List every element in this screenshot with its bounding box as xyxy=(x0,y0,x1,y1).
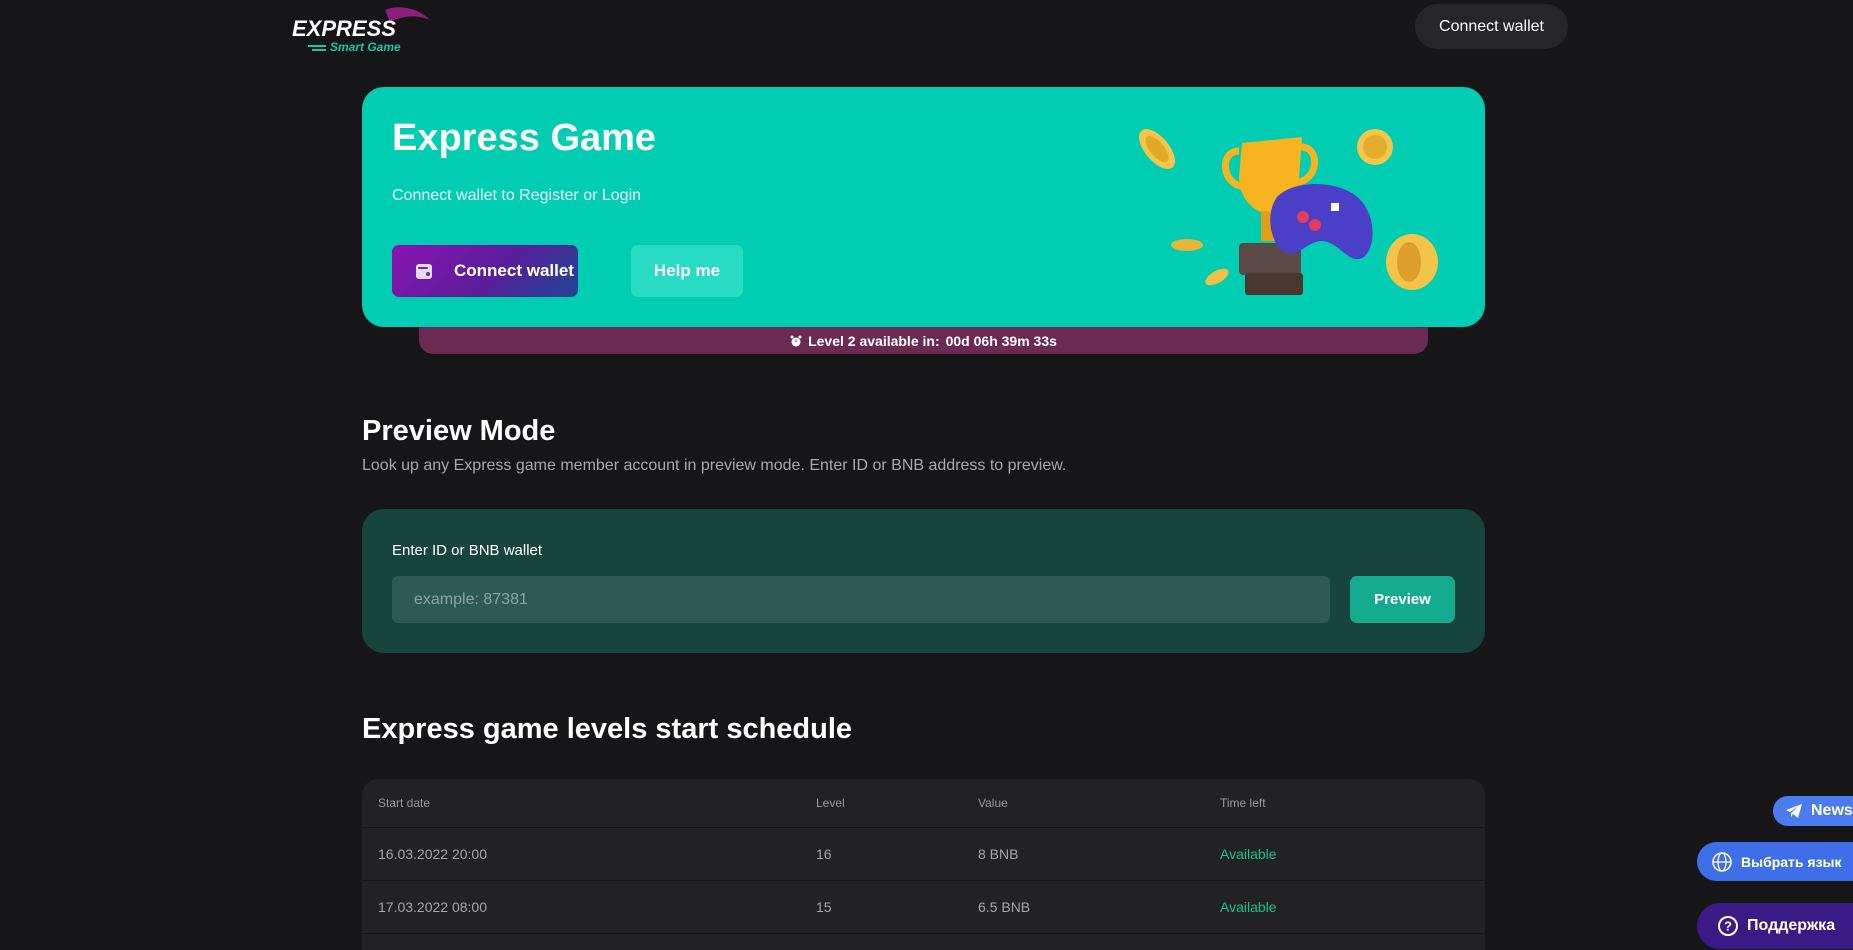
logo-word: EXPRESS xyxy=(292,16,396,41)
header-value: Value xyxy=(978,796,1008,810)
news-label: News xyxy=(1811,802,1853,819)
level-countdown-prefix: Level 2 available in: xyxy=(808,332,940,349)
cell-time-left: Available xyxy=(1220,899,1277,915)
hero-title: Express Game xyxy=(392,117,657,159)
connect-wallet-button[interactable]: Connect wallet xyxy=(392,245,578,297)
cell-value: 6.5 BNB xyxy=(978,899,1031,915)
schedule-table: Start date Level Value Time left 16.03.2… xyxy=(362,779,1485,950)
table-row: 17.03.2022 08:00 15 6.5 BNB Available xyxy=(362,881,1485,934)
help-circle-icon: ? xyxy=(1718,916,1738,936)
logo-sub: Smart Game xyxy=(330,40,401,54)
news-telegram-button[interactable]: News xyxy=(1773,796,1853,826)
cell-start-date: 17.03.2022 08:00 xyxy=(378,899,487,915)
support-label: Поддержка xyxy=(1747,917,1836,934)
table-row: 16.03.2022 20:00 16 8 BNB Available xyxy=(362,828,1485,881)
level-countdown-timer: 00d 06h 39m 33s xyxy=(945,332,1057,349)
cell-start-date: 16.03.2022 20:00 xyxy=(378,846,487,862)
preview-id-input[interactable] xyxy=(392,576,1330,623)
cell-level: 15 xyxy=(816,899,832,915)
page: EXPRESS Smart Game Connect wallet Expres… xyxy=(0,0,1853,950)
cell-value: 8 BNB xyxy=(978,846,1019,862)
schedule-title: Express game levels start schedule xyxy=(362,713,853,745)
telegram-icon xyxy=(1786,804,1802,818)
alarm-clock-icon xyxy=(790,335,802,346)
header-level: Level xyxy=(816,796,845,810)
support-button[interactable]: ? Поддержка xyxy=(1697,903,1853,949)
cell-time-left: Available xyxy=(1220,846,1277,862)
header-start-date: Start date xyxy=(378,796,431,810)
connect-wallet-label: Connect wallet xyxy=(454,261,574,280)
preview-mode-title: Preview Mode xyxy=(362,415,556,447)
help-me-button[interactable]: Help me xyxy=(631,245,743,297)
table-header-row: Start date Level Value Time left xyxy=(362,779,1485,828)
globe-icon xyxy=(1712,851,1732,872)
preview-button[interactable]: Preview xyxy=(1350,576,1455,623)
language-label: Выбрать язык xyxy=(1741,853,1842,870)
express-logo[interactable]: EXPRESS Smart Game xyxy=(290,6,430,54)
header-time-left: Time left xyxy=(1220,796,1266,810)
preview-mode-description: Look up any Express game member account … xyxy=(362,457,1067,474)
trophy-gamepad-illustration xyxy=(1139,129,1438,295)
header-connect-wallet-button[interactable]: Connect wallet xyxy=(1415,4,1568,49)
preview-card: Enter ID or BNB wallet Preview xyxy=(362,509,1485,653)
language-select-button[interactable]: Выбрать язык xyxy=(1697,842,1853,881)
preview-field-label: Enter ID or BNB wallet xyxy=(392,542,543,559)
svg-text:?: ? xyxy=(1724,919,1732,934)
hero-subtitle: Connect wallet to Register or Login xyxy=(392,187,642,204)
hero-card: Express Game Connect wallet to Register … xyxy=(362,87,1485,327)
wallet-icon xyxy=(416,264,432,279)
cell-level: 16 xyxy=(816,846,832,862)
level-countdown-bar: Level 2 available in: 00d 06h 39m 33s xyxy=(419,327,1428,354)
